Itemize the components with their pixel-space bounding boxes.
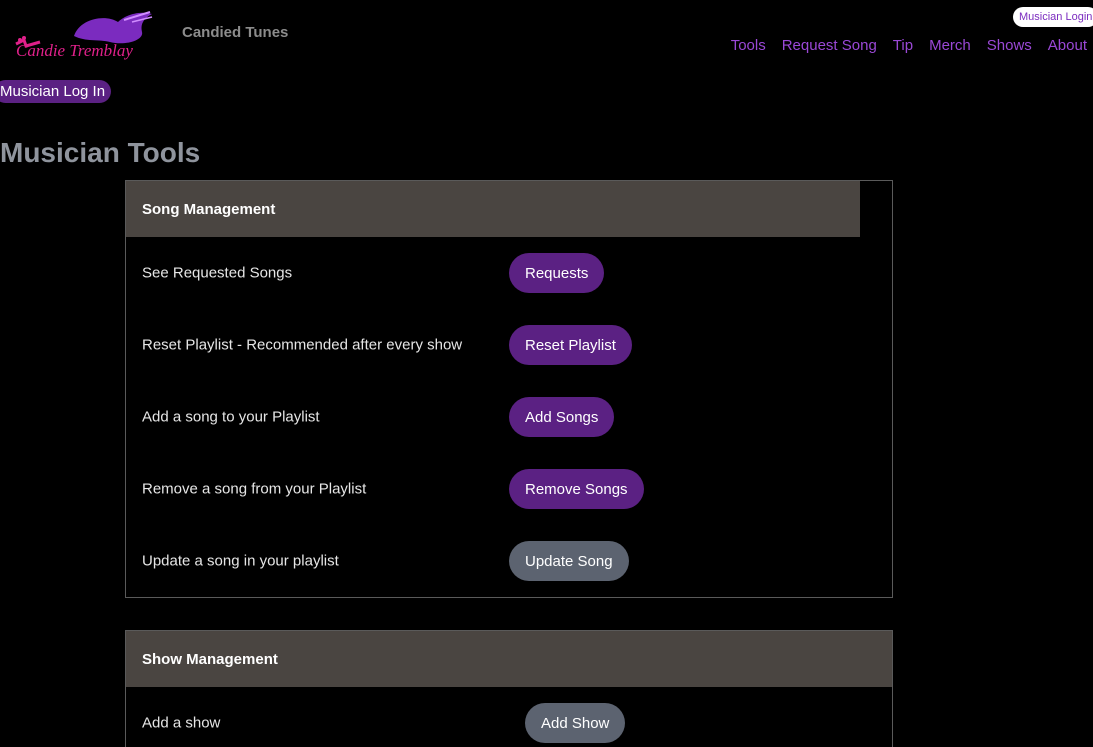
row-see-requests: See Requested Songs Requests xyxy=(126,237,892,309)
musician-log-in-button[interactable]: Musician Log In xyxy=(0,80,112,103)
row-label: Remove a song from your Playlist xyxy=(142,480,367,498)
song-management-card: Song Management See Requested Songs Requ… xyxy=(125,180,893,598)
add-songs-button[interactable]: Add Songs xyxy=(509,397,615,437)
row-update-song: Update a song in your playlist Update So… xyxy=(126,525,892,597)
nav-tools[interactable]: Tools xyxy=(731,37,766,54)
row-label: Add a show xyxy=(142,714,221,732)
row-label: Update a song in your playlist xyxy=(142,552,339,570)
page-title: Musician Tools xyxy=(0,137,201,168)
show-management-card: Show Management Add a show Add Show xyxy=(125,630,893,747)
show-management-header: Show Management xyxy=(126,631,892,687)
add-show-button[interactable]: Add Show xyxy=(525,703,626,743)
song-management-header: Song Management xyxy=(126,181,860,237)
page: Candie Tremblay Candied Tunes Musician L… xyxy=(0,0,1093,747)
nav-request-song[interactable]: Request Song xyxy=(782,37,877,54)
musician-login-button[interactable]: Musician Login xyxy=(1013,7,1093,27)
row-label: Reset Playlist - Recommended after every… xyxy=(142,336,463,354)
row-add-songs: Add a song to your Playlist Add Songs xyxy=(126,381,892,453)
svg-text:Candie Tremblay: Candie Tremblay xyxy=(16,41,133,60)
main-nav: Tools Request Song Tip Merch Shows About xyxy=(731,37,1087,54)
update-song-button[interactable]: Update Song xyxy=(509,541,629,581)
row-label: Add a song to your Playlist xyxy=(142,408,320,426)
remove-songs-button[interactable]: Remove Songs xyxy=(509,469,644,509)
brand-logo[interactable]: Candie Tremblay xyxy=(14,8,156,64)
nav-about[interactable]: About xyxy=(1048,37,1087,54)
nav-tip[interactable]: Tip xyxy=(893,37,913,54)
row-label: See Requested Songs xyxy=(142,264,293,282)
row-reset-playlist: Reset Playlist - Recommended after every… xyxy=(126,309,892,381)
nav-merch[interactable]: Merch xyxy=(929,37,971,54)
row-add-show: Add a show Add Show xyxy=(126,687,892,747)
requests-button[interactable]: Requests xyxy=(509,253,605,293)
reset-playlist-button[interactable]: Reset Playlist xyxy=(509,325,632,365)
site-name: Candied Tunes xyxy=(182,24,289,41)
nav-shows[interactable]: Shows xyxy=(987,37,1032,54)
row-remove-songs: Remove a song from your Playlist Remove … xyxy=(126,453,892,525)
